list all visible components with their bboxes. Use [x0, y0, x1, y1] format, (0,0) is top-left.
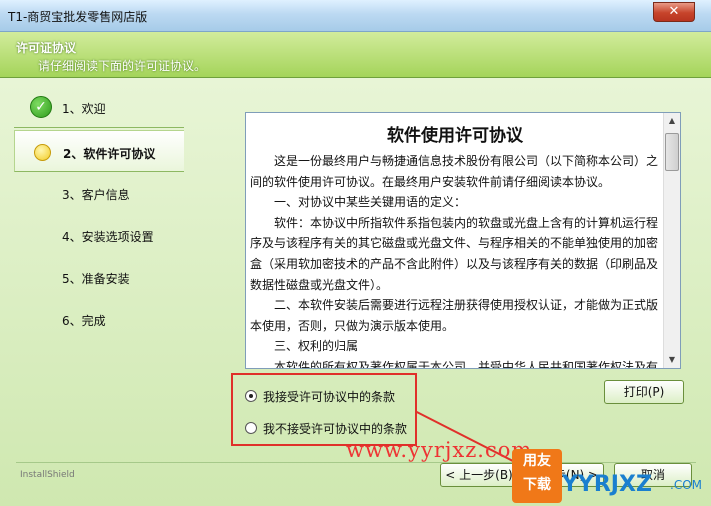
- step-license: 2、软件许可协议: [14, 130, 184, 172]
- license-paragraph: 这是一份最终用户与畅捷通信息技术股份有限公司（以下简称本公司）之间的软件使用许可…: [250, 154, 659, 189]
- step-label: 2、软件许可协议: [63, 147, 156, 161]
- close-button[interactable]: ✕: [653, 2, 695, 22]
- check-icon: ✓: [30, 96, 52, 118]
- scroll-down-arrow-icon[interactable]: ▼: [664, 352, 680, 368]
- decline-radio[interactable]: [245, 422, 257, 434]
- scroll-thumb[interactable]: [665, 133, 679, 171]
- page-header: 许可证协议 请仔细阅读下面的许可证协议。: [0, 32, 711, 78]
- step-welcome: ✓ 1、欢迎: [14, 86, 184, 128]
- step-label: 1、欢迎: [62, 102, 106, 116]
- step-finish: 6、完成: [14, 298, 184, 340]
- watermark-url: www.yyrjxz.com: [346, 438, 533, 462]
- installshield-brand: InstallShield: [20, 470, 75, 480]
- print-button[interactable]: 打印(P): [604, 380, 684, 404]
- license-textbox[interactable]: 软件使用许可协议 这是一份最终用户与畅捷通信息技术股份有限公司（以下简称本公司）…: [245, 112, 681, 369]
- step-customer-info: 3、客户信息: [14, 172, 184, 214]
- scroll-up-arrow-icon[interactable]: ▲: [664, 113, 680, 129]
- license-paragraph: 二、本软件安装后需要进行远程注册获得使用授权认证，才能做为正式版本使用，否则，只…: [250, 298, 659, 333]
- license-title: 软件使用许可协议: [387, 126, 523, 146]
- window-title: T1-商贸宝批发零售网店版: [8, 10, 148, 24]
- watermark-logo-bottom: 下载: [523, 477, 551, 493]
- page-subtitle: 请仔细阅读下面的许可证协议。: [38, 59, 207, 73]
- accept-radio[interactable]: [245, 390, 257, 402]
- accept-label[interactable]: 我接受许可协议中的条款: [263, 388, 395, 405]
- step-prepare-install: 5、准备安装: [14, 256, 184, 298]
- close-icon: ✕: [668, 4, 680, 19]
- license-paragraph: 三、权利的归属: [250, 339, 359, 354]
- watermark-logo-top: 用友: [523, 453, 551, 469]
- watermark-logo: 用友 下载: [512, 449, 562, 503]
- watermark-site: YYRJXZ: [562, 472, 652, 497]
- step-label: 5、准备安装: [62, 272, 130, 286]
- license-paragraph: 软件：本协议中所指软件系指包装内的软盘或光盘上含有的计算机运行程序及与该程序有关…: [250, 215, 659, 292]
- current-step-icon: [34, 144, 51, 161]
- license-paragraph: 本软件的所有权及著作权属于本公司，并受中华人民共和国著作权法及有关法律和国际条约…: [274, 359, 659, 369]
- step-label: 3、客户信息: [62, 188, 130, 202]
- step-label: 6、完成: [62, 314, 106, 328]
- title-bar: T1-商贸宝批发零售网店版 ✕: [0, 0, 711, 32]
- decline-label[interactable]: 我不接受许可协议中的条款: [263, 420, 407, 437]
- step-label: 4、安装选项设置: [62, 230, 154, 244]
- back-button[interactable]: < 上一步(B): [440, 463, 518, 487]
- step-install-options: 4、安装选项设置: [14, 214, 184, 256]
- license-body: 这是一份最终用户与畅捷通信息技术股份有限公司（以下简称本公司）之间的软件使用许可…: [250, 151, 662, 369]
- license-scrollbar[interactable]: ▲ ▼: [663, 113, 680, 368]
- page-title: 许可证协议: [16, 41, 77, 55]
- watermark-tld: .COM: [670, 478, 702, 492]
- license-paragraph: 一、对协议中某些关键用语的定义：: [250, 195, 467, 210]
- license-choice-group: 我接受许可协议中的条款 我不接受许可协议中的条款: [231, 373, 417, 446]
